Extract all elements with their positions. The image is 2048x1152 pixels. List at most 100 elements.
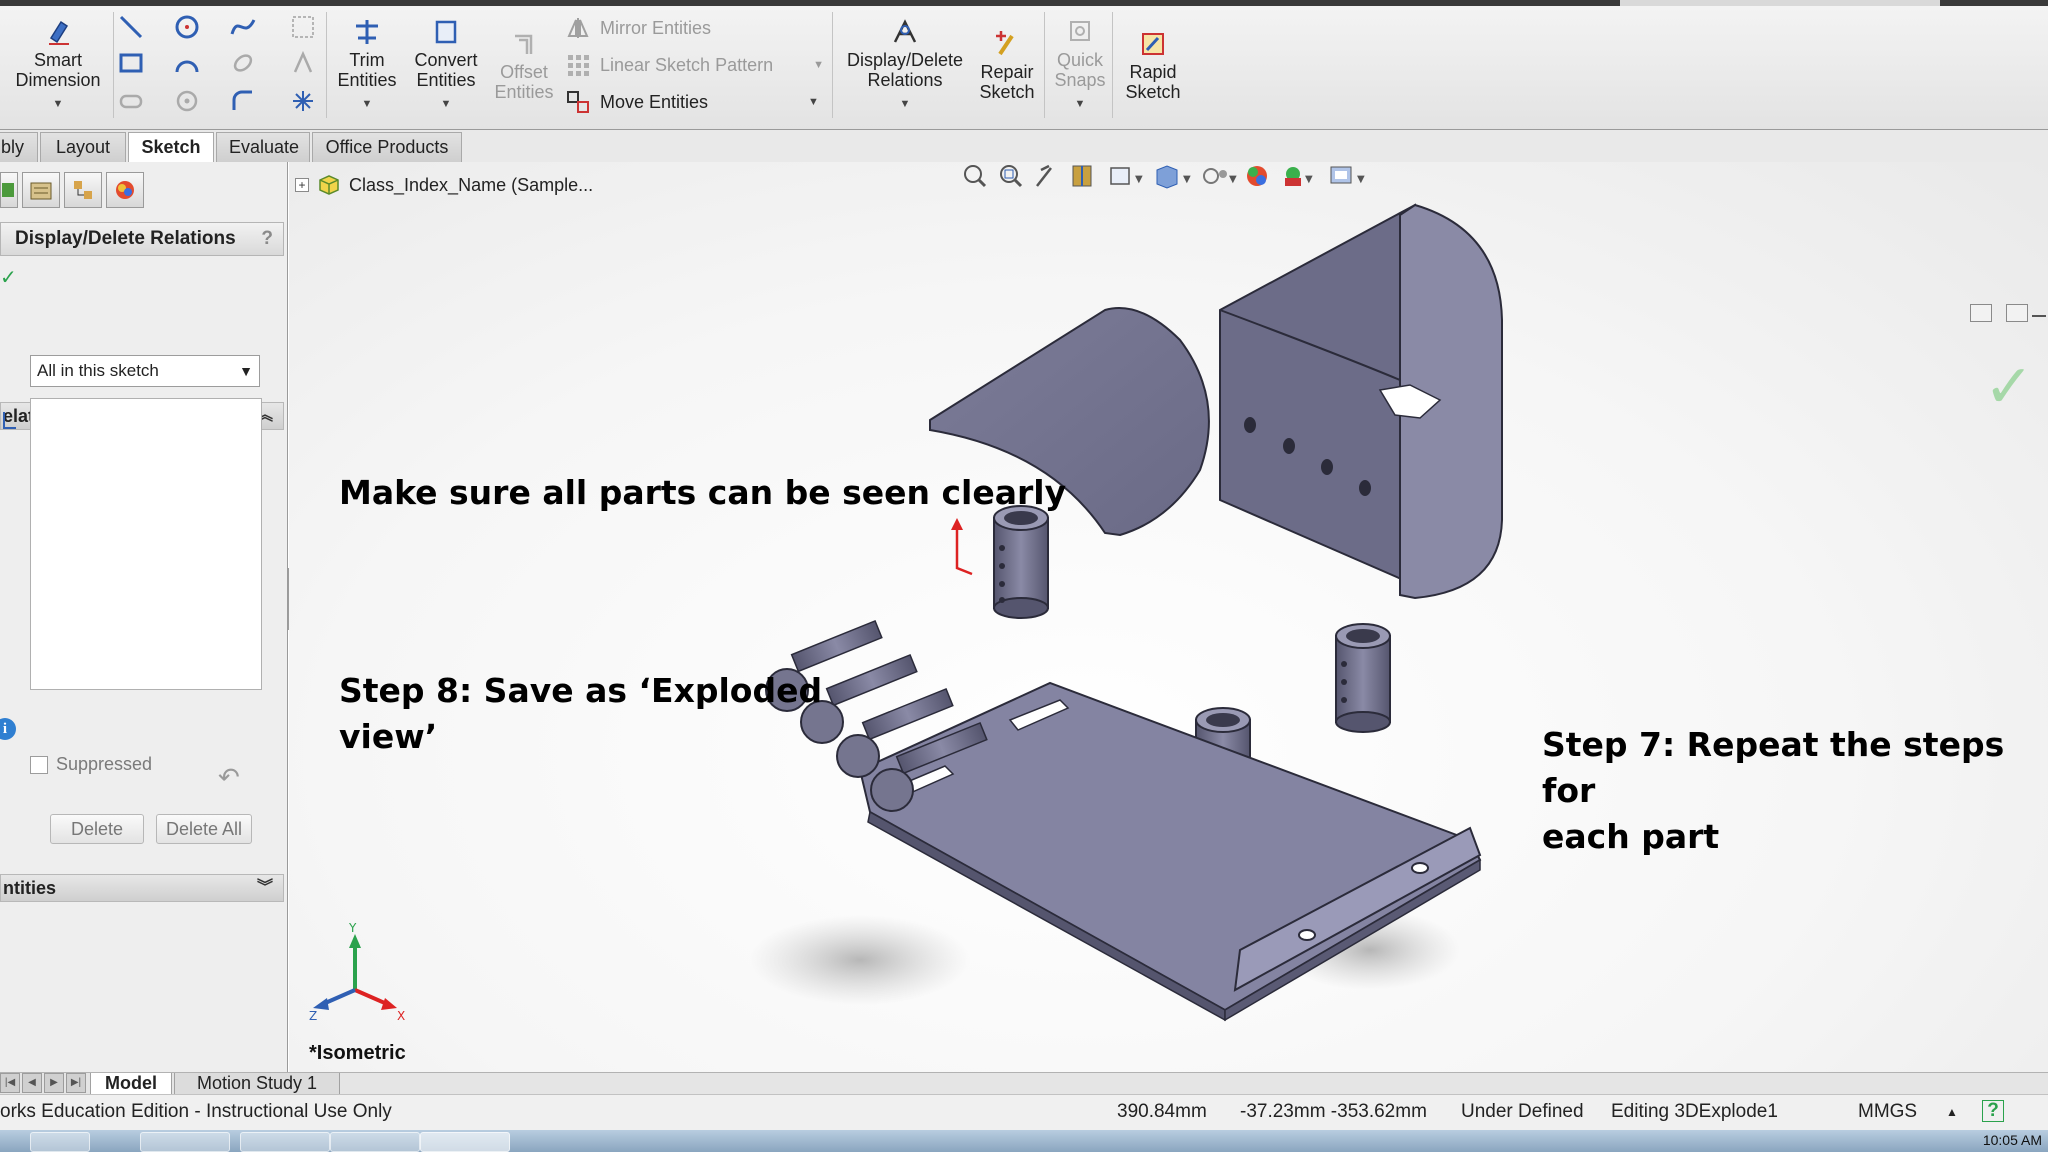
status-bar: orks Education Edition - Instructional U… (0, 1094, 2048, 1130)
help-icon[interactable]: ? (261, 223, 273, 255)
tab-model[interactable]: Model (90, 1073, 172, 1095)
display-delete-relations-button[interactable]: Display/Delete Relations ▼ (840, 18, 970, 114)
mirror-label: Mirror Entities (600, 17, 712, 38)
first-tab-arrow-icon[interactable]: |◀ (0, 1073, 20, 1093)
graphics-area[interactable]: + Class_Index_Name (Sample... ▼ ▼ ▼ ▼ ▼ … (289, 162, 2048, 1072)
dropdown-arrow-icon[interactable]: ▼ (6, 94, 110, 114)
configuration-manager-tab[interactable] (64, 172, 102, 208)
mirror-entities-button[interactable]: Mirror Entities (566, 16, 711, 40)
explode-drag-arrow-icon[interactable] (951, 518, 973, 576)
triad-x-label: X (397, 1009, 405, 1022)
property-manager-panel: Display/Delete Relations ? ✓ elations ︽ … (0, 162, 288, 1072)
arc-tool-icon[interactable] (174, 50, 200, 76)
taskbar-app-explorer[interactable] (140, 1132, 230, 1152)
smart-dimension-label-2: Dimension (15, 70, 101, 90)
repair-sketch-icon (996, 31, 1014, 56)
rectangle-tool-icon[interactable] (118, 50, 144, 76)
property-manager-tab[interactable] (22, 172, 60, 208)
triad-z-axis (322, 988, 356, 1006)
polygon-tool-icon[interactable] (230, 50, 256, 76)
rapid-label-1: Rapid (1129, 62, 1177, 82)
offset-entities-button[interactable]: Offset Entities (488, 30, 560, 102)
dropdown-arrow-icon[interactable]: ▼ (406, 94, 486, 114)
spline-tool-icon[interactable] (230, 14, 256, 40)
delete-all-button[interactable]: Delete All (156, 814, 252, 844)
linear-sketch-pattern-button[interactable]: Linear Sketch Pattern ▼ (566, 53, 824, 77)
rapid-label-2: Sketch (1125, 82, 1181, 102)
trim-entities-button[interactable]: Trim Entities ▼ (330, 18, 404, 114)
sketch-grid-icon[interactable] (290, 14, 316, 40)
reference-triad: Y X Z (309, 922, 405, 1022)
ground-shadow (750, 915, 970, 1005)
panel-title: Display/Delete Relations (15, 228, 236, 249)
caption-see-parts: Make sure all parts can be seen clearly (339, 473, 1067, 512)
help-icon[interactable]: ? (1982, 1100, 2004, 1122)
command-manager-ribbon: Smart Dimension ▼ Trim Entities ▼ Conver… (0, 0, 2048, 130)
taskbar-app-browser[interactable] (30, 1132, 90, 1152)
exploded-assembly-model (750, 203, 1503, 1022)
info-icon: i (0, 718, 16, 740)
curved-bracket-part (1219, 203, 1503, 600)
convert-entities-button[interactable]: Convert Entities ▼ (406, 18, 486, 114)
tab-evaluate[interactable]: Evaluate (216, 132, 310, 162)
taskbar-app-media[interactable] (240, 1132, 330, 1152)
dropdown-arrow-icon[interactable]: ▼ (808, 96, 819, 108)
smart-dimension-button[interactable]: Smart Dimension ▼ (6, 18, 110, 114)
tab-layout[interactable]: Layout (40, 132, 126, 162)
quick-snaps-icon (1070, 21, 1090, 41)
dropdown-arrow-icon[interactable]: ▼ (1050, 94, 1110, 114)
caption-step8-line2: view’ (339, 717, 438, 756)
dropdown-arrow-icon[interactable]: ▼ (840, 94, 970, 114)
smart-dimension-icon (49, 20, 69, 45)
offset-entities-icon (515, 34, 533, 54)
rapid-sketch-icon (1142, 33, 1164, 55)
next-tab-arrow-icon[interactable]: ▶ (44, 1073, 64, 1093)
taskbar-clock[interactable]: 10:05 AM (1983, 1132, 2042, 1148)
line-tool-icon[interactable] (118, 14, 144, 40)
unit-menu-arrow-icon[interactable]: ▲ (1946, 1095, 1958, 1129)
trim-entities-icon (356, 20, 378, 44)
linear-pattern-icon (568, 55, 589, 76)
dropdown-arrow-icon[interactable]: ▼ (330, 94, 404, 114)
panel-tabs (0, 172, 144, 208)
tab-sketch[interactable]: Sketch (128, 132, 214, 163)
tab-motion-study[interactable]: Motion Study 1 (174, 1073, 340, 1095)
relations-list[interactable] (30, 398, 262, 690)
quick-snaps-button[interactable]: Quick Snaps ▼ (1050, 18, 1110, 114)
triad-x-axis (354, 988, 388, 1006)
move-entities-button[interactable]: Move Entities ▼ (566, 90, 819, 114)
display-manager-tab[interactable] (106, 172, 144, 208)
ok-check-icon[interactable]: ✓ (0, 265, 17, 290)
point-tool-icon[interactable] (174, 88, 200, 114)
triad-z-label: Z (309, 1009, 317, 1022)
repair-sketch-button[interactable]: Repair Sketch (974, 30, 1040, 102)
feature-tree-tab[interactable] (0, 172, 18, 208)
suppressed-checkbox-row[interactable]: Suppressed (30, 754, 152, 775)
fillet-tool-icon[interactable] (230, 88, 256, 114)
convert-label-2: Entities (416, 70, 476, 90)
centerline-tool-icon[interactable] (290, 88, 316, 114)
tab-scroll-arrows: |◀ ◀ ▶ ▶| (0, 1073, 86, 1093)
last-tab-arrow-icon[interactable]: ▶| (66, 1073, 86, 1093)
taskbar-app-solidworks[interactable] (420, 1132, 510, 1152)
undo-icon[interactable]: ↶ (218, 762, 240, 793)
status-unit-system[interactable]: MMGS (1858, 1095, 1917, 1129)
slot-tool-icon[interactable] (118, 88, 144, 114)
move-entities-icon (567, 91, 589, 113)
circle-tool-icon[interactable] (174, 14, 200, 40)
relations-filter-select[interactable]: All in this sketch ▼ (30, 355, 260, 387)
dropdown-arrow-icon[interactable]: ▼ (813, 59, 824, 71)
taskbar-app-chrome[interactable] (330, 1132, 420, 1152)
rapid-sketch-button[interactable]: Rapid Sketch (1116, 30, 1190, 102)
delete-button[interactable]: Delete (50, 814, 144, 844)
suppressed-checkbox[interactable] (30, 755, 48, 774)
tab-office-products[interactable]: Office Products (312, 132, 462, 162)
ribbon-separator (113, 12, 114, 118)
tab-assembly[interactable]: bly (0, 132, 38, 162)
entities-group-header[interactable]: ntities ︾ (0, 874, 284, 902)
status-sketch-state: Under Defined (1461, 1101, 1584, 1122)
prev-tab-arrow-icon[interactable]: ◀ (22, 1073, 42, 1093)
expand-chevron-icon[interactable]: ︾ (257, 875, 273, 901)
search-box[interactable] (1620, 0, 1940, 6)
text-tool-icon[interactable] (290, 50, 316, 76)
